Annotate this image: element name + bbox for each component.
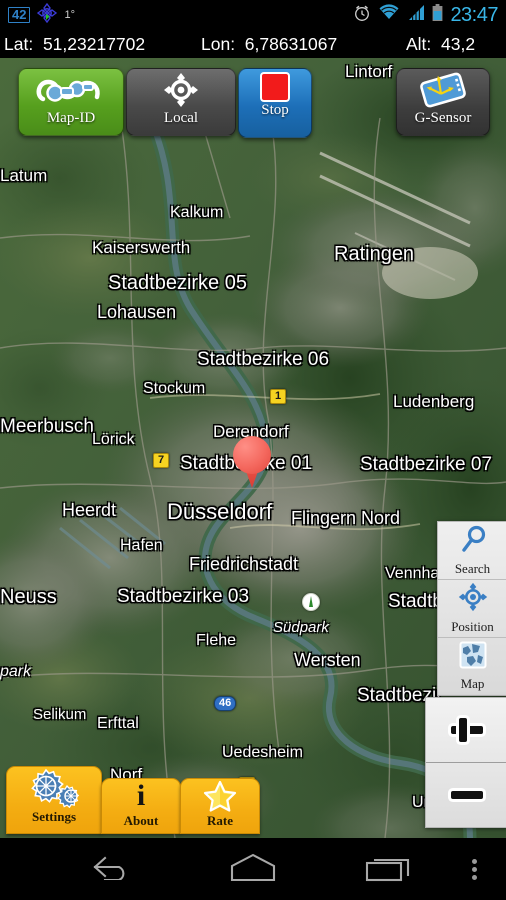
nav-recents-button[interactable] <box>348 838 430 900</box>
map-label: Wersten <box>294 650 361 670</box>
map-label: Stadtb <box>388 591 443 612</box>
route-shield: 46 <box>214 696 237 711</box>
status-bar-right: 23:47 <box>353 3 506 27</box>
altitude-label: Alt: <box>406 33 432 54</box>
status-bar: 42 1° 23:47 <box>0 0 506 30</box>
rate-button[interactable]: Rate <box>180 778 260 834</box>
map-label: Meerbusch <box>0 416 94 437</box>
cellular-signal-icon <box>407 4 425 26</box>
status-bar-left: 42 1° <box>0 2 75 28</box>
longitude-value: 6,78631067 <box>244 33 338 54</box>
satellite-count-badge: 42 <box>8 7 31 23</box>
map-label: Lohausen <box>97 302 177 322</box>
settings-button[interactable]: Settings <box>6 766 102 834</box>
world-map-icon <box>459 641 487 674</box>
map-button[interactable]: Map <box>438 638 506 695</box>
marker-head <box>233 436 271 474</box>
map-label: Latum <box>0 166 48 185</box>
zoom-in-button[interactable] <box>426 698 506 763</box>
stop-square-icon <box>260 71 290 103</box>
bottom-button-bar: Settings i About Rate <box>0 766 506 838</box>
altitude-readout: Alt: 43,2 <box>406 34 475 55</box>
map-label: Neuss <box>0 586 57 608</box>
battery-icon <box>432 3 443 27</box>
map-label: Stadtbezirke 06 <box>197 349 330 370</box>
info-icon: i <box>136 779 146 812</box>
overflow-menu-icon <box>471 856 477 883</box>
position-marker[interactable] <box>233 436 271 488</box>
longitude-readout: Lon: 6,78631067 <box>201 34 337 55</box>
map-label: Hafen <box>120 537 163 554</box>
position-button[interactable]: Position <box>438 580 506 638</box>
longitude-label: Lon: <box>201 33 236 54</box>
search-label: Search <box>454 561 491 576</box>
altitude-value: 43,2 <box>441 33 476 54</box>
map-label: Lörick <box>92 431 135 448</box>
nav-overflow-menu-button[interactable] <box>452 838 496 900</box>
back-arrow-icon <box>89 854 133 885</box>
about-label: About <box>123 813 159 828</box>
rate-label: Rate <box>207 813 233 828</box>
park-tree-icon <box>302 593 320 611</box>
map-label: Stadtbezirke 03 <box>117 586 250 607</box>
g-sensor-label: G-Sensor <box>414 110 472 126</box>
local-label: Local <box>163 110 199 126</box>
stop-label: Stop <box>261 102 289 118</box>
top-button-bar: Map-ID Local Stop G-Sensor <box>0 68 506 140</box>
map-label: Heerdt <box>62 500 117 520</box>
crosshair-icon <box>163 69 199 111</box>
position-label: Position <box>451 619 494 634</box>
magnifier-icon <box>458 524 488 559</box>
home-icon <box>226 852 280 887</box>
app-root: 42 1° 23:47 Lat: 51,23217702 Lon: 6,7863… <box>0 0 506 900</box>
map-label: Erfttal <box>97 715 139 732</box>
local-button[interactable]: Local <box>126 68 236 136</box>
route-shield: 7 <box>153 453 170 468</box>
about-button[interactable]: i About <box>101 778 181 834</box>
star-icon <box>203 779 237 813</box>
android-nav-bar <box>0 838 506 900</box>
map-id-label: Map-ID <box>46 110 96 126</box>
map-label: Flehe <box>196 632 237 649</box>
gears-icon <box>26 767 82 809</box>
bearing-value: 1° <box>64 9 75 21</box>
crosshair-icon <box>458 582 488 617</box>
g-sensor-button[interactable]: G-Sensor <box>396 68 490 136</box>
map-id-button[interactable]: Map-ID <box>18 68 124 136</box>
search-button[interactable]: Search <box>438 522 506 580</box>
map-label: Kaiserswerth <box>92 238 191 257</box>
map-label: Ratingen <box>334 243 415 265</box>
map-label: Kalkum <box>170 204 224 221</box>
plus-icon <box>447 710 487 750</box>
latitude-label: Lat: <box>4 33 34 54</box>
clock-time: 23:47 <box>450 3 498 26</box>
map-label: Stadtbezirke 05 <box>108 272 247 294</box>
latitude-value: 51,23217702 <box>42 33 146 54</box>
map-label: Ludenberg <box>393 392 475 411</box>
map-label: Stadtbezirke 07 <box>360 454 493 475</box>
coordinate-bar: Lat: 51,23217702 Lon: 6,78631067 Alt: 43… <box>0 30 506 58</box>
nav-back-button[interactable] <box>70 838 152 900</box>
route-shield: 1 <box>270 389 287 404</box>
map-label: Düsseldorf <box>167 499 273 524</box>
map-label: Map <box>460 676 485 691</box>
map-tools-panel: Search Position Map <box>437 521 506 696</box>
map-label: Selikum <box>33 706 87 723</box>
wifi-icon <box>378 4 400 26</box>
map-label: park <box>0 663 32 680</box>
gps-compass-icon <box>37 2 58 28</box>
track-route-icon <box>33 69 109 111</box>
stop-button[interactable]: Stop <box>238 68 312 138</box>
nav-home-button[interactable] <box>212 838 294 900</box>
map-label: Uedesheim <box>222 744 303 761</box>
alarm-clock-icon <box>353 4 371 27</box>
map-label: Stockum <box>143 380 206 397</box>
settings-label: Settings <box>31 809 77 824</box>
map-label: Flingern Nord <box>291 508 401 528</box>
recent-apps-icon <box>364 852 414 887</box>
latitude-readout: Lat: 51,23217702 <box>4 34 145 55</box>
map-label: Südpark <box>273 619 329 636</box>
phone-axes-icon <box>414 69 472 111</box>
map-label: Friedrichstadt <box>189 554 299 574</box>
